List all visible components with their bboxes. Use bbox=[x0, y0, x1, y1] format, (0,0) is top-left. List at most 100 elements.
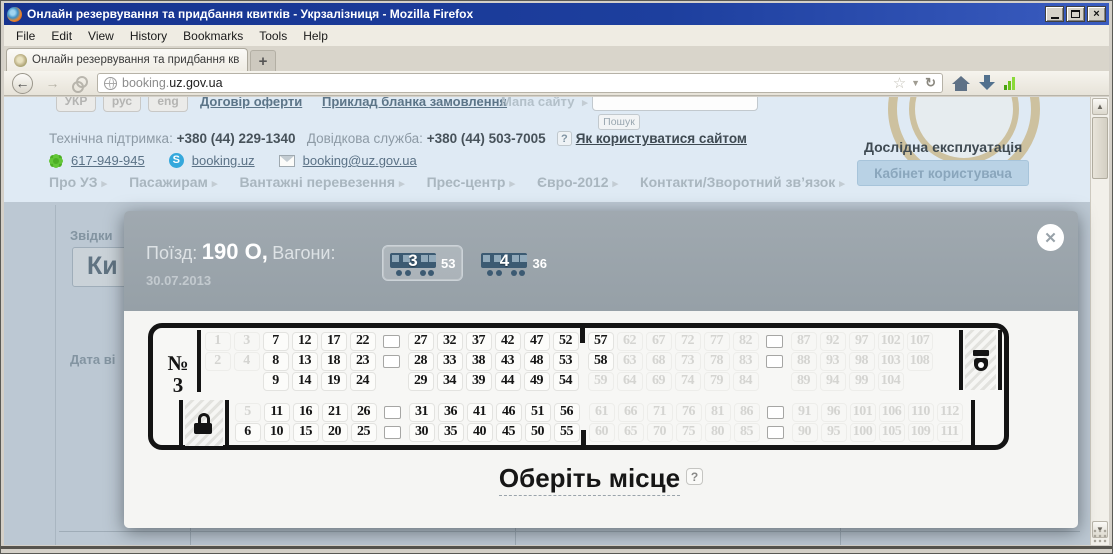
seat-checkbox[interactable] bbox=[762, 335, 788, 348]
browser-tab[interactable]: Онлайн резервування та придбання квит... bbox=[6, 48, 248, 71]
new-tab-button[interactable]: + bbox=[250, 50, 276, 71]
seat-19[interactable]: 19 bbox=[321, 372, 347, 391]
seat-54[interactable]: 54 bbox=[553, 372, 579, 391]
menu-file[interactable]: File bbox=[8, 27, 43, 45]
seat-45[interactable]: 45 bbox=[496, 423, 522, 442]
seat-56[interactable]: 56 bbox=[554, 403, 580, 422]
seat-31[interactable]: 31 bbox=[409, 403, 435, 422]
seat-33[interactable]: 33 bbox=[437, 352, 463, 371]
site-nav-item-0[interactable]: Про УЗ▸ bbox=[49, 174, 107, 190]
seat-47[interactable]: 47 bbox=[524, 332, 550, 351]
scroll-up-button[interactable]: ▲ bbox=[1092, 98, 1108, 115]
seat-48[interactable]: 48 bbox=[524, 352, 550, 371]
site-nav-item-2[interactable]: Вантажні перевезення▸ bbox=[239, 174, 404, 190]
seat-checkbox[interactable] bbox=[379, 335, 405, 348]
close-window-button[interactable]: × bbox=[1087, 6, 1106, 22]
seat-49[interactable]: 49 bbox=[524, 372, 550, 391]
menu-view[interactable]: View bbox=[80, 27, 122, 45]
seat-43[interactable]: 43 bbox=[495, 352, 521, 371]
resize-grip[interactable] bbox=[1092, 528, 1108, 544]
seat-39[interactable]: 39 bbox=[466, 372, 492, 391]
seat-55[interactable]: 55 bbox=[554, 423, 580, 442]
seat-12[interactable]: 12 bbox=[292, 332, 318, 351]
seat-20[interactable]: 20 bbox=[322, 423, 348, 442]
site-nav-item-4[interactable]: Євро-2012▸ bbox=[537, 174, 618, 190]
wagon-button-4[interactable]: 436 bbox=[473, 245, 554, 281]
menu-bookmarks[interactable]: Bookmarks bbox=[175, 27, 251, 45]
seat-28[interactable]: 28 bbox=[408, 352, 434, 371]
url-bar[interactable]: booking.uz.gov.ua ☆ ▼ ↻ bbox=[97, 73, 943, 93]
seat-53[interactable]: 53 bbox=[553, 352, 579, 371]
seat-checkbox[interactable] bbox=[763, 426, 789, 439]
seat-6[interactable]: 6 bbox=[235, 423, 261, 442]
menu-help[interactable]: Help bbox=[295, 27, 336, 45]
modal-close-button[interactable]: ✕ bbox=[1037, 224, 1064, 251]
lang-button-eng[interactable]: eng bbox=[148, 97, 188, 112]
seat-27[interactable]: 27 bbox=[408, 332, 434, 351]
page-scrollbar[interactable]: ▲ ▼ bbox=[1090, 97, 1109, 545]
help-question-icon[interactable]: ? bbox=[557, 131, 572, 146]
maximize-button[interactable] bbox=[1066, 6, 1085, 22]
search-button[interactable]: Пошук bbox=[598, 114, 640, 130]
seat-21[interactable]: 21 bbox=[322, 403, 348, 422]
bookmark-star-icon[interactable]: ☆ bbox=[893, 74, 906, 92]
seat-checkbox[interactable] bbox=[763, 406, 789, 419]
scrollbar-thumb[interactable] bbox=[1092, 117, 1108, 179]
seat-25[interactable]: 25 bbox=[351, 423, 377, 442]
lang-button-rus[interactable]: рус bbox=[103, 97, 141, 112]
skype-link[interactable]: booking.uz bbox=[192, 153, 255, 168]
order-form-example-link[interactable]: Приклад бланка замовлення bbox=[322, 97, 507, 109]
seat-24[interactable]: 24 bbox=[350, 372, 376, 391]
menu-tools[interactable]: Tools bbox=[251, 27, 295, 45]
signal-bars-icon[interactable] bbox=[1004, 76, 1015, 90]
seat-14[interactable]: 14 bbox=[292, 372, 318, 391]
seat-38[interactable]: 38 bbox=[466, 352, 492, 371]
title-bar[interactable]: Онлайн резервування та придбання квитків… bbox=[4, 3, 1109, 25]
seat-51[interactable]: 51 bbox=[525, 403, 551, 422]
site-nav-item-5[interactable]: Контакти/Зворотний зв’язок▸ bbox=[640, 174, 845, 190]
seat-23[interactable]: 23 bbox=[350, 352, 376, 371]
user-cabinet-button[interactable]: Кабінет користувача bbox=[857, 160, 1029, 186]
wagon-button-3[interactable]: 353 bbox=[382, 245, 463, 281]
download-button[interactable] bbox=[979, 75, 995, 91]
back-button[interactable]: ← bbox=[12, 73, 33, 94]
reload-icon[interactable]: ↻ bbox=[925, 75, 936, 91]
seat-help-icon[interactable]: ? bbox=[686, 468, 703, 485]
site-nav-item-1[interactable]: Пасажирам▸ bbox=[129, 174, 217, 190]
seat-22[interactable]: 22 bbox=[350, 332, 376, 351]
seat-checkbox[interactable] bbox=[762, 355, 788, 368]
seat-9[interactable]: 9 bbox=[263, 372, 289, 391]
seat-30[interactable]: 30 bbox=[409, 423, 435, 442]
seat-32[interactable]: 32 bbox=[437, 332, 463, 351]
extension-icon[interactable] bbox=[72, 76, 88, 90]
seat-36[interactable]: 36 bbox=[438, 403, 464, 422]
seat-checkbox[interactable] bbox=[380, 406, 406, 419]
menu-edit[interactable]: Edit bbox=[43, 27, 80, 45]
email-link[interactable]: booking@uz.gov.ua bbox=[303, 153, 417, 168]
seat-52[interactable]: 52 bbox=[553, 332, 579, 351]
home-button[interactable] bbox=[952, 76, 970, 91]
seat-37[interactable]: 37 bbox=[466, 332, 492, 351]
seat-50[interactable]: 50 bbox=[525, 423, 551, 442]
seat-16[interactable]: 16 bbox=[293, 403, 319, 422]
seat-46[interactable]: 46 bbox=[496, 403, 522, 422]
url-dropdown-icon[interactable]: ▼ bbox=[911, 78, 920, 88]
seat-7[interactable]: 7 bbox=[263, 332, 289, 351]
seat-42[interactable]: 42 bbox=[495, 332, 521, 351]
minimize-button[interactable] bbox=[1045, 6, 1064, 22]
seat-13[interactable]: 13 bbox=[292, 352, 318, 371]
lang-button-ukr[interactable]: УКР bbox=[56, 97, 96, 112]
seat-17[interactable]: 17 bbox=[321, 332, 347, 351]
seat-18[interactable]: 18 bbox=[321, 352, 347, 371]
seat-29[interactable]: 29 bbox=[408, 372, 434, 391]
site-identity-globe-icon[interactable] bbox=[104, 77, 117, 90]
url-text[interactable]: booking.uz.gov.ua bbox=[122, 76, 888, 90]
seat-11[interactable]: 11 bbox=[264, 403, 290, 422]
seat-44[interactable]: 44 bbox=[495, 372, 521, 391]
seat-35[interactable]: 35 bbox=[438, 423, 464, 442]
menu-history[interactable]: History bbox=[122, 27, 175, 45]
seat-41[interactable]: 41 bbox=[467, 403, 493, 422]
seat-10[interactable]: 10 bbox=[264, 423, 290, 442]
seat-checkbox[interactable] bbox=[379, 355, 405, 368]
seat-34[interactable]: 34 bbox=[437, 372, 463, 391]
